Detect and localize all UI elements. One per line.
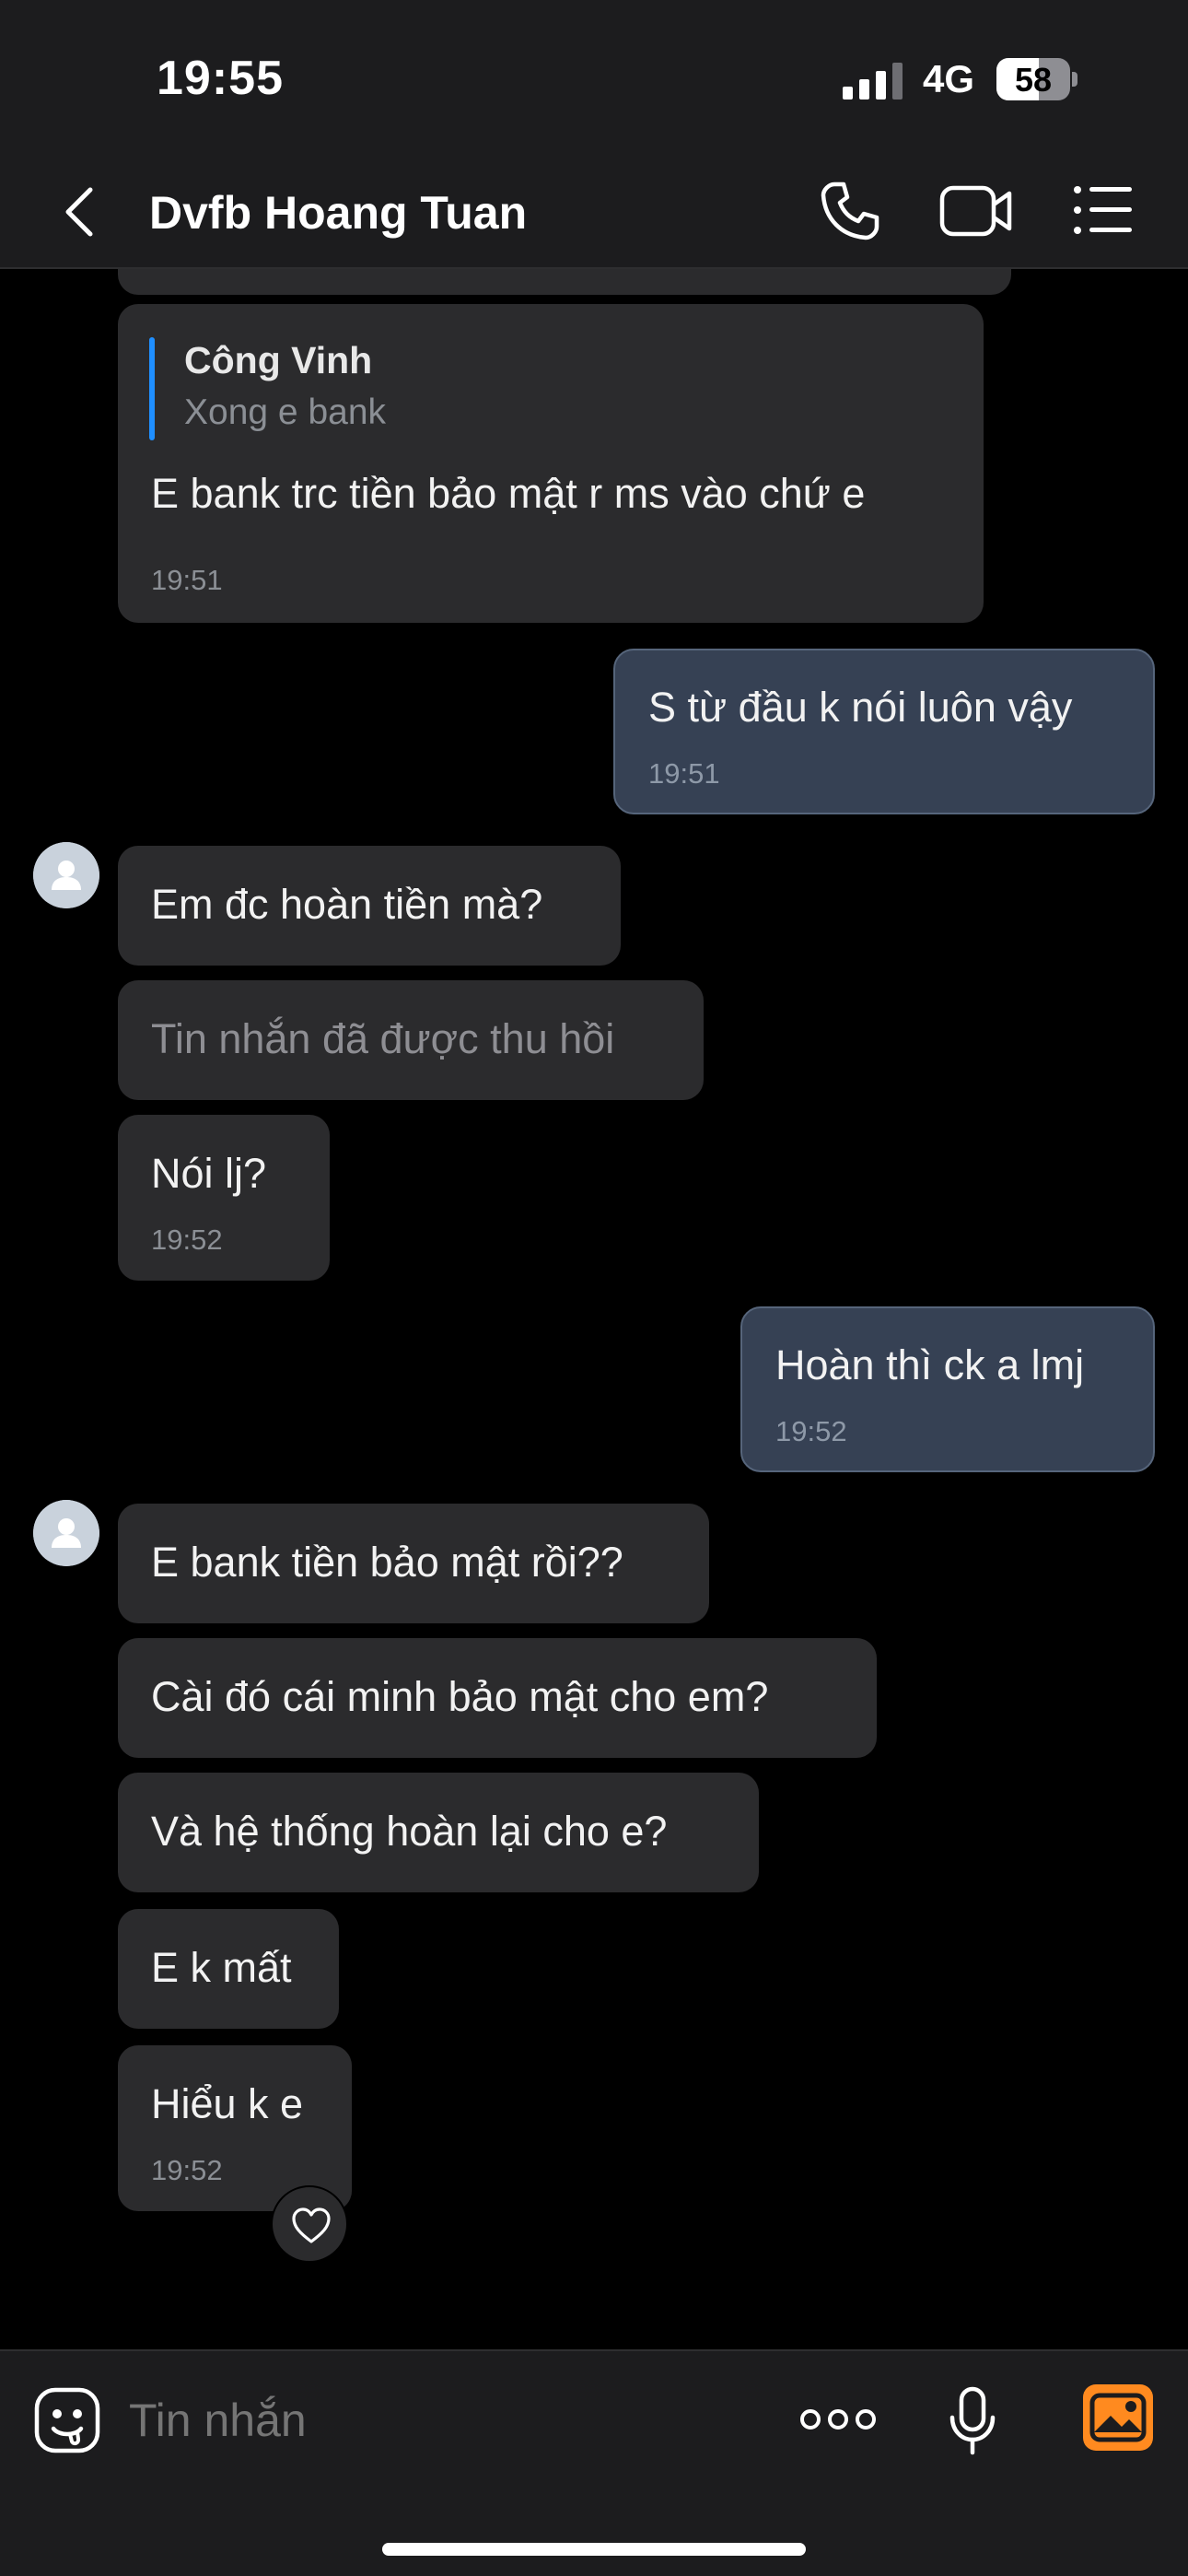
quote-indicator <box>149 337 155 440</box>
message-time: 19:51 <box>648 757 720 790</box>
message-bubble-outgoing[interactable]: S từ đầu k nói luôn vậy 19:51 <box>613 649 1155 814</box>
phone-icon[interactable] <box>818 179 882 243</box>
message-bubble-recalled[interactable]: Tin nhắn đã được thu hồi <box>118 980 704 1100</box>
message-text: Nói lj? <box>151 1150 267 1197</box>
signal-icon <box>843 63 903 100</box>
battery-indicator: 58 <box>996 58 1077 100</box>
message-bubble-incoming[interactable]: E bank tiền bảo mật rồi?? <box>118 1504 709 1623</box>
quoted-sender: Công Vinh <box>184 339 373 381</box>
message-text: Tin nhắn đã được thu hồi <box>151 1015 615 1062</box>
message-time: 19:52 <box>775 1415 847 1447</box>
message-text: Hoàn thì ck a lmj <box>775 1341 1085 1388</box>
message-text: Em đc hoàn tiền mà? <box>151 881 543 928</box>
message-bubble-outgoing[interactable]: Hoàn thì ck a lmj 19:52 <box>740 1306 1155 1472</box>
chevron-left-icon[interactable] <box>57 184 103 240</box>
message-text: E bank tiền bảo mật rồi?? <box>151 1539 623 1586</box>
message-time: 19:52 <box>151 2154 223 2186</box>
message-bubble-incoming[interactable]: Và hệ thống hoàn lại cho e? <box>118 1773 759 1892</box>
message-text: S từ đầu k nói luôn vậy <box>648 684 1073 731</box>
message-text: Và hệ thống hoàn lại cho e? <box>151 1808 668 1855</box>
message-composer <box>0 2349 1188 2576</box>
message-text: Cài đó cái minh bảo mật cho em? <box>151 1673 769 1720</box>
message-bubble-incoming[interactable]: Cài đó cái minh bảo mật cho em? <box>118 1638 877 1758</box>
chat-header: Dvfb Hoang Tuan <box>0 157 1188 269</box>
message-time: 19:52 <box>151 1224 223 1256</box>
quoted-text: Xong e bank <box>184 392 387 432</box>
message-bubble-incoming[interactable]: E k mất <box>118 1909 339 2029</box>
battery-level: 58 <box>1014 61 1053 99</box>
status-time: 19:55 <box>157 52 284 105</box>
home-indicator[interactable] <box>382 2543 806 2556</box>
message-text: E k mất <box>151 1944 292 1991</box>
microphone-icon[interactable] <box>949 2386 996 2456</box>
partial-message-bubble <box>118 269 1011 295</box>
avatar[interactable] <box>33 1500 99 1566</box>
reaction-button[interactable] <box>271 2185 348 2263</box>
heart-icon <box>292 2207 331 2243</box>
image-icon[interactable] <box>1083 2384 1153 2451</box>
message-input[interactable] <box>129 2386 774 2454</box>
message-bubble-incoming[interactable]: Em đc hoàn tiền mà? <box>118 846 621 966</box>
message-text: Hiểu k e <box>151 2080 304 2127</box>
more-icon[interactable] <box>799 2399 877 2440</box>
contact-name[interactable]: Dvfb Hoang Tuan <box>149 186 527 240</box>
list-icon[interactable] <box>1073 184 1134 236</box>
message-bubble-incoming[interactable]: Nói lj? 19:52 <box>118 1115 330 1281</box>
video-camera-icon[interactable] <box>939 182 1013 240</box>
message-bubble-reply[interactable]: Công Vinh Xong e bank E bank trc tiền bả… <box>118 304 984 623</box>
message-text: E bank trc tiền bảo mật r ms vào chứ e <box>151 470 866 517</box>
status-bar: 19:55 4G 58 <box>0 0 1188 157</box>
network-type: 4G <box>923 57 975 100</box>
sticker-icon[interactable] <box>33 2386 101 2454</box>
avatar[interactable] <box>33 842 99 908</box>
message-time: 19:51 <box>151 564 223 596</box>
